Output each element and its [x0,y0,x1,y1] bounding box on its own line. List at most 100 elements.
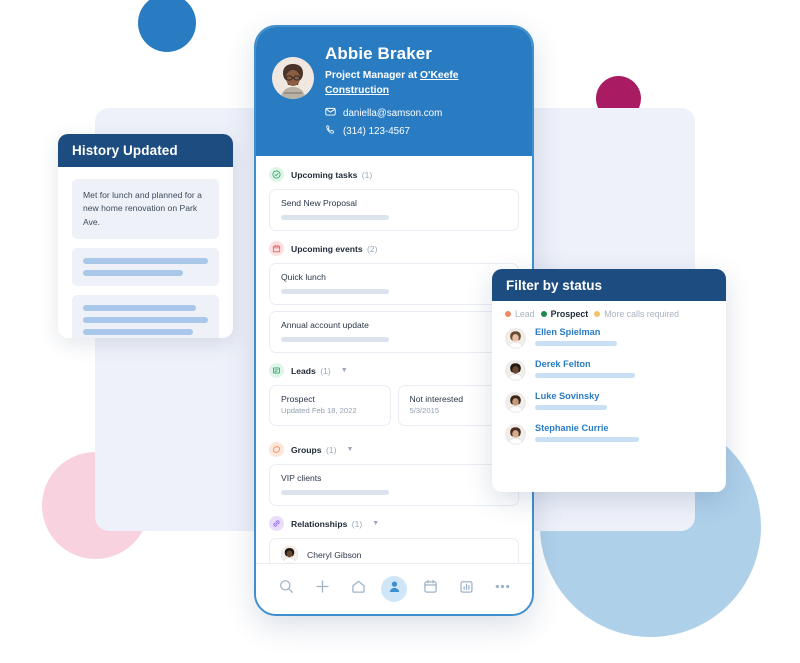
decorative-circle-blue [138,0,196,52]
placeholder-bar [83,328,193,335]
section-title: Upcoming tasks (1) [291,169,373,180]
placeholder-bar [535,437,639,443]
status-dot-icon [505,311,511,317]
link-icon [269,516,284,532]
relationship-card[interactable]: Cheryl Gibson [269,538,519,563]
section-card-row: Prospect Updated Feb 18, 2022 Not interest… [269,385,519,432]
check-circle-icon [269,167,284,183]
placeholder-bar [281,490,390,496]
status-dot-icon [540,311,547,317]
section-title: Relationships (1) [291,518,363,529]
avatar [281,546,298,563]
placeholder-bar [83,269,183,276]
list-item[interactable]: Stephanie Currie [505,423,713,445]
more-icon [493,577,512,601]
chevron-down-icon[interactable]: ▼ [372,520,379,527]
plus-icon [314,578,331,600]
detail-card[interactable]: Send New Proposal [269,189,519,232]
placeholder-bar [535,373,635,379]
nav-home-button[interactable] [345,576,371,602]
chevron-down-icon[interactable]: ▼ [341,367,348,374]
section-count: (1) [349,518,363,529]
list-item[interactable]: Derek Felton [505,359,713,381]
contact-detail-list[interactable]: Upcoming tasks (1) Send New Proposal Upcom… [256,156,532,563]
placeholder-bar [535,405,607,411]
bottom-nav[interactable] [256,563,532,614]
person-name[interactable]: Derek Felton [535,359,713,369]
card-title: Send New Proposal [281,198,357,209]
history-card-title: History Updated [58,134,233,167]
nav-search-button[interactable] [273,576,299,602]
groups-icon [269,442,284,458]
filtered-people-list[interactable]: Ellen Spielman Derek Felton Luke Sovinsk… [492,325,726,445]
avatar [505,424,526,445]
avatar [505,392,526,413]
card-title: Quick lunch [281,272,326,283]
list-item: Cheryl Gibson [281,546,507,563]
leads-icon [269,363,284,379]
card-title: Prospect [281,394,315,405]
phone-icon [325,124,336,138]
section-header-relationships[interactable]: Relationships (1) ▼ [269,516,519,532]
filter-panel-title: Filter by status [492,269,726,301]
contact-email-row[interactable]: daniella@samson.com [325,106,516,120]
card-title: Annual account update [281,320,369,331]
avatar [505,328,526,349]
status-legend-item[interactable]: More calls required [594,309,679,319]
status-legend[interactable]: Lead Prospect More calls required [492,301,726,325]
calendar-icon [422,578,439,600]
chevron-down-icon[interactable]: ▼ [346,446,353,453]
nav-reports-button[interactable] [453,576,479,602]
person-name: Cheryl Gibson [307,549,362,560]
history-placeholder-block [72,247,219,286]
detail-card[interactable]: Quick lunch [269,263,519,306]
history-note-text: Met for lunch and planned for a new home… [83,190,202,227]
person-name[interactable]: Stephanie Currie [535,423,713,433]
history-card-body: Met for lunch and planned for a new home… [58,167,233,338]
status-dot-icon [594,311,601,317]
section-header-upcoming-tasks[interactable]: Upcoming tasks (1) [269,167,519,183]
person-name[interactable]: Luke Sovinsky [535,391,713,401]
nav-add-button[interactable] [309,576,335,602]
section-relationships: Relationships (1) ▼ Cheryl Gibson [269,516,519,563]
status-legend-item[interactable]: Prospect [540,309,589,319]
contact-header: Abbie Braker Project Manager at O'Keefe … [256,27,532,157]
nav-more-button[interactable] [489,576,515,602]
card-subtitle: Updated Feb 18, 2022 [281,406,357,416]
placeholder-bar [83,257,208,264]
filter-by-status-panel: Filter by status Lead Prospect More calls … [492,269,726,492]
bar-chart-icon [458,578,475,600]
avatar [505,360,526,381]
section-header-upcoming-events[interactable]: Upcoming events (2) [269,241,519,257]
nav-contacts-button[interactable] [381,576,407,602]
status-legend-item[interactable]: Lead [505,309,535,319]
section-groups: Groups (1) ▼ VIP clients [269,442,519,507]
placeholder-bar [83,316,208,323]
contact-email: daniella@samson.com [343,107,443,119]
status-legend-label: More calls required [604,309,680,319]
detail-card[interactable]: Annual account update [269,311,519,354]
section-upcoming-tasks: Upcoming tasks (1) Send New Proposal [269,167,519,232]
contact-phone: (314) 123-4567 [343,125,410,137]
envelope-icon [325,106,336,120]
detail-card[interactable]: VIP clients [269,464,519,507]
detail-card[interactable]: Prospect Updated Feb 18, 2022 [269,385,391,427]
placeholder-bar [281,337,390,343]
section-title: Groups (1) [291,444,337,455]
avatar [272,57,314,99]
search-icon [278,578,295,600]
contact-role: Project Manager at O'Keefe Construction [325,69,516,99]
card-title: VIP clients [281,473,322,484]
person-name[interactable]: Ellen Spielman [535,327,713,337]
section-header-leads[interactable]: Leads (1) ▼ [269,363,519,379]
nav-calendar-button[interactable] [417,576,443,602]
list-item[interactable]: Ellen Spielman [505,327,713,349]
section-header-groups[interactable]: Groups (1) ▼ [269,442,519,458]
illustration-stage: History Updated Met for lunch and planne… [0,0,800,663]
calendar-icon [269,241,284,257]
home-icon [350,578,367,600]
contact-phone-row[interactable]: (314) 123-4567 [325,124,516,138]
list-item[interactable]: Luke Sovinsky [505,391,713,413]
status-legend-label: Prospect [550,309,589,319]
placeholder-bar [281,289,390,295]
